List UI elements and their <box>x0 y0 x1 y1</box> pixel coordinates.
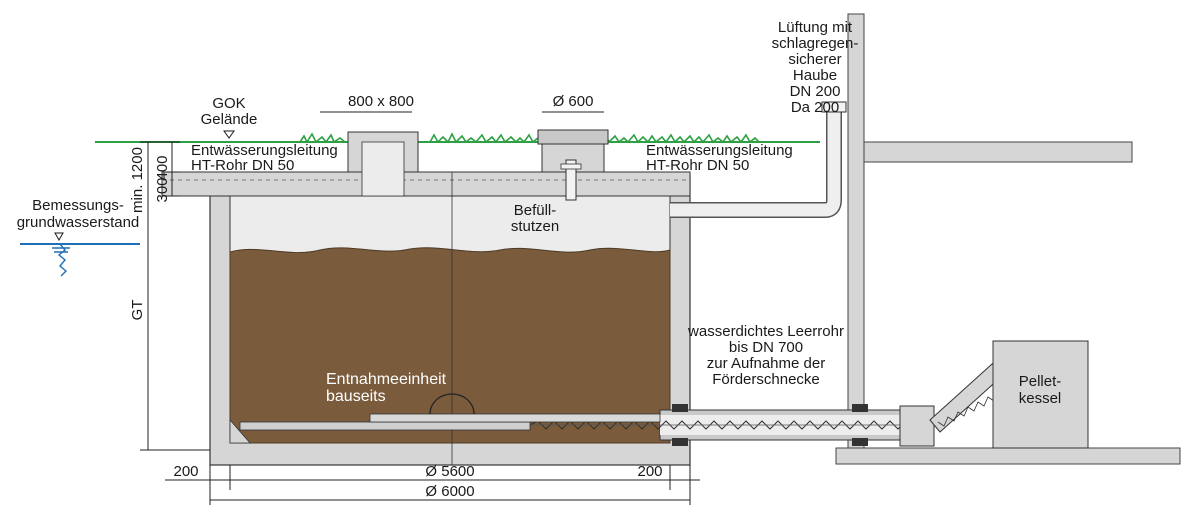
conduit-label-3: zur Aufnahme der <box>707 355 825 372</box>
manhole-square-label: 800 x 800 <box>348 93 414 110</box>
drain-right-label-2: HT-Rohr DN 50 <box>646 157 749 174</box>
vent-label-3: sicherer <box>788 51 841 68</box>
conduit-label-4: Förderschnecke <box>712 371 820 388</box>
conduit-label-2: bis DN 700 <box>729 339 803 356</box>
vent-label-4: Haube <box>793 67 837 84</box>
basement-floor <box>835 447 1181 465</box>
conduit-label-1: wasserdichtes Leerrohr <box>687 323 844 340</box>
dim-wall-left: 200 <box>173 463 198 480</box>
extraction-label-1: Entnahmeeinheit <box>326 371 447 388</box>
gok-marker-icon <box>223 130 235 139</box>
dim-outer-diameter: Ø 6000 <box>425 483 474 500</box>
fill-label-2: stutzen <box>511 218 559 235</box>
gw-marker-icon <box>54 232 64 242</box>
tank-diagram: GOK Gelände 800 x 800 Ø 600 Entwässerung… <box>17 13 1181 505</box>
dim-inner-diameter: Ø 5600 <box>425 463 474 480</box>
vent-label-5: DN 200 <box>790 83 841 100</box>
vent-label-2: schlagregen- <box>772 35 859 52</box>
dim-slab-300: 300 <box>154 177 171 202</box>
boiler-label-2: kessel <box>1019 390 1062 407</box>
fill-label-1: Befüll- <box>514 202 557 219</box>
dim-min-1200: min. 1200 <box>129 147 146 213</box>
gelaende-label: Gelände <box>201 111 258 128</box>
motor-block <box>899 405 935 447</box>
boiler-label-1: Pellet- <box>1019 373 1062 390</box>
extraction-trough <box>239 421 531 431</box>
dim-gt: GT <box>129 300 146 321</box>
vent-label-1: Lüftung mit <box>778 19 853 36</box>
dim-cover-400: 400 <box>154 155 171 180</box>
groundwater-label-2: grundwasserstand <box>17 214 140 231</box>
groundwater-waves <box>52 243 70 277</box>
groundwater-label-1: Bemessungs- <box>32 197 124 214</box>
gok-label: GOK <box>212 95 245 112</box>
extraction-label-2: bauseits <box>326 388 386 405</box>
manhole-round-label: Ø 600 <box>553 93 594 110</box>
building-slab <box>863 141 1133 163</box>
drain-left-label-2: HT-Rohr DN 50 <box>191 157 294 174</box>
tank-roof-slab <box>161 171 691 197</box>
vent-label-6: Da 200 <box>791 99 839 116</box>
building-wall <box>847 13 865 451</box>
dim-wall-right: 200 <box>637 463 662 480</box>
